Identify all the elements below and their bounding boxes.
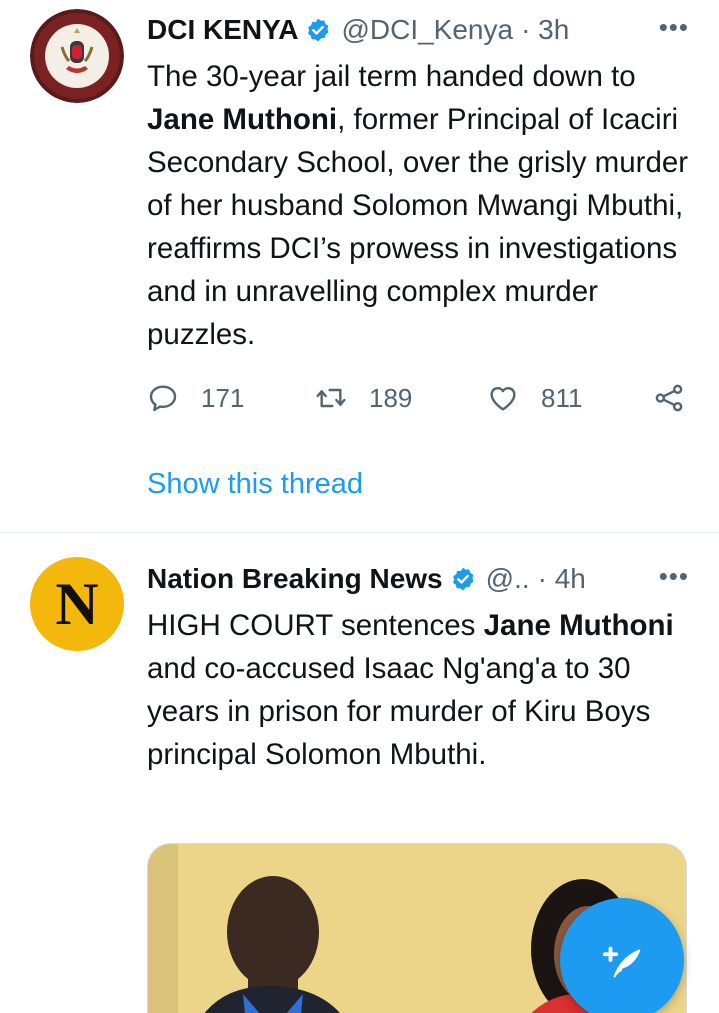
tweet-dci-kenya[interactable]: DCI KENYA @DCI_Kenya · 3h ••• The 30-yea… — [0, 0, 719, 532]
reply-count: 171 — [201, 382, 245, 413]
author-name[interactable]: Nation Breaking News — [147, 563, 443, 595]
tweet-text-part: HIGH COURT sentences — [147, 609, 484, 642]
author-handle[interactable]: @DCI_Kenya — [341, 14, 513, 46]
tweet-text-part: , former Principal of Icaciri Secondary … — [147, 103, 689, 351]
show-thread-link[interactable]: Show this thread — [147, 468, 363, 501]
avatar-dci-kenya[interactable] — [30, 9, 124, 103]
like-button[interactable]: 811 — [487, 378, 582, 418]
share-button[interactable] — [653, 378, 685, 418]
police-seal-icon — [30, 9, 124, 103]
more-options-icon[interactable]: ••• — [659, 12, 689, 42]
heart-icon — [490, 386, 516, 411]
verified-badge-icon — [452, 567, 474, 591]
like-count: 811 — [541, 382, 583, 413]
retweet-count: 189 — [369, 382, 413, 413]
tweet-text-part: and co-accused Isaac Ng'ang'a to 30 year… — [147, 652, 651, 771]
tweet-text: The 30-year jail term handed down to Jan… — [147, 55, 689, 356]
retweet-icon — [316, 388, 346, 408]
tweet-header: Nation Breaking News @.. · 4h ••• — [147, 559, 689, 599]
tweet-time: · 4h — [537, 563, 586, 594]
avatar-letter: N — [55, 570, 99, 637]
author-handle[interactable]: @.. — [486, 563, 530, 595]
tweet-text-bold: Jane Muthoni — [147, 103, 338, 136]
reply-icon — [149, 385, 177, 412]
tweet-time: · 3h — [521, 14, 570, 45]
share-icon — [655, 384, 683, 412]
compose-feather-icon — [602, 946, 641, 978]
compose-tweet-button[interactable] — [560, 898, 684, 1013]
reply-button[interactable]: 171 — [147, 378, 244, 418]
avatar-nation-breaking-news[interactable]: N — [30, 557, 124, 651]
tweet-text: HIGH COURT sentences Jane Muthoni and co… — [147, 604, 689, 776]
more-options-icon[interactable]: ••• — [659, 561, 689, 591]
author-name[interactable]: DCI KENYA — [147, 14, 298, 46]
tweet-text-bold: Jane Muthoni — [483, 609, 674, 642]
tweet-actions: 171 189 811 — [147, 378, 689, 418]
tweet-text-part: The 30-year jail term handed down to — [147, 60, 636, 93]
retweet-button[interactable]: 189 — [315, 378, 412, 418]
tweet-header: DCI KENYA @DCI_Kenya · 3h ••• — [147, 10, 689, 50]
verified-badge-icon — [308, 18, 329, 42]
